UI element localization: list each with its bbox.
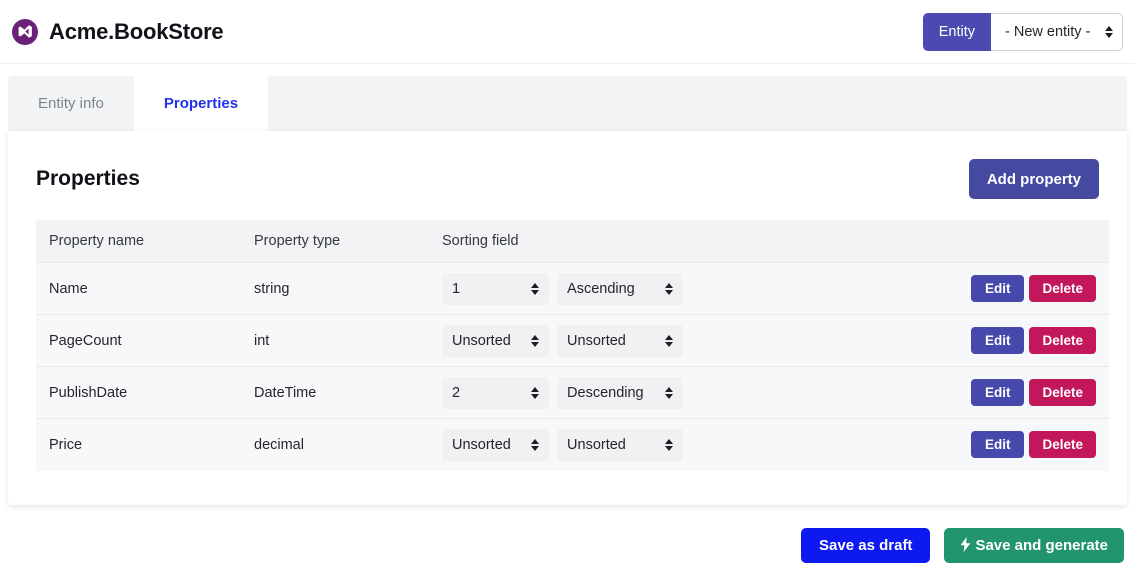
sort-order-select[interactable]: 2 (442, 377, 549, 409)
column-header-sorting-field: Sorting field (429, 220, 904, 263)
table-header-row: Property name Property type Sorting fiel… (36, 220, 1109, 263)
row-action-buttons: Edit Delete (917, 431, 1109, 458)
sort-direction-value: Unsorted (567, 437, 655, 453)
delete-button[interactable]: Delete (1029, 379, 1096, 406)
entity-select[interactable]: - New entity - (991, 13, 1123, 51)
cell-property-name: Price (36, 419, 241, 471)
sort-direction-value: Unsorted (567, 333, 655, 349)
tab-strip: Entity info Properties (8, 76, 1127, 131)
cell-property-type: int (241, 315, 429, 367)
properties-table: Property name Property type Sorting fiel… (36, 220, 1109, 471)
top-header-bar: Acme.BookStore Entity - New entity - (0, 0, 1135, 64)
vs-bowtie-logo-icon (12, 19, 38, 45)
sort-direction-select[interactable]: Unsorted (557, 429, 683, 461)
add-property-button[interactable]: Add property (969, 159, 1099, 199)
updown-caret-icon (665, 439, 673, 451)
cell-property-name: Name (36, 263, 241, 315)
entity-label: Entity (923, 13, 991, 51)
sort-direction-select[interactable]: Ascending (557, 273, 683, 305)
updown-caret-icon (665, 387, 673, 399)
sort-order-select[interactable]: 1 (442, 273, 549, 305)
cell-sorting-field: Unsorted Unsorted (429, 315, 904, 367)
cell-sorting-field: Unsorted Unsorted (429, 419, 904, 471)
sort-direction-select[interactable]: Unsorted (557, 325, 683, 357)
row-action-buttons: Edit Delete (917, 379, 1109, 406)
save-and-generate-label: Save and generate (975, 537, 1108, 554)
updown-caret-icon (665, 335, 673, 347)
cell-actions: Edit Delete (904, 315, 1109, 367)
edit-button[interactable]: Edit (971, 327, 1025, 354)
table-row: Name string 1 Ascending (36, 263, 1109, 315)
card-header: Properties Add property (36, 159, 1099, 199)
sort-direction-select[interactable]: Descending (557, 377, 683, 409)
cell-property-type: decimal (241, 419, 429, 471)
sort-order-select[interactable]: Unsorted (442, 429, 549, 461)
app-root: Acme.BookStore Entity - New entity - Ent… (0, 0, 1135, 576)
updown-caret-icon (531, 283, 539, 295)
edit-button[interactable]: Edit (971, 275, 1025, 302)
entity-selector-group: Entity - New entity - (923, 13, 1123, 51)
row-action-buttons: Edit Delete (917, 327, 1109, 354)
updown-caret-icon (531, 439, 539, 451)
column-header-property-type: Property type (241, 220, 429, 263)
page-title: Acme.BookStore (49, 19, 223, 45)
tab-properties-label: Properties (164, 95, 238, 112)
save-as-draft-button[interactable]: Save as draft (801, 528, 930, 563)
entity-select-value: - New entity - (1005, 24, 1090, 40)
tab-entity-info[interactable]: Entity info (8, 76, 134, 131)
updown-caret-icon (665, 283, 673, 295)
cell-actions: Edit Delete (904, 419, 1109, 471)
updown-caret-icon (1105, 26, 1113, 38)
cell-property-type: DateTime (241, 367, 429, 419)
sort-direction-value: Ascending (567, 281, 655, 297)
sort-order-select[interactable]: Unsorted (442, 325, 549, 357)
sort-order-value: Unsorted (452, 333, 521, 349)
table-row: Price decimal Unsorted Unsorted (36, 419, 1109, 471)
properties-heading: Properties (36, 167, 140, 191)
delete-button[interactable]: Delete (1029, 275, 1096, 302)
footer-actions: Save as draft Save and generate (801, 528, 1124, 563)
table-header: Property name Property type Sorting fiel… (36, 220, 1109, 263)
cell-actions: Edit Delete (904, 263, 1109, 315)
column-header-property-name: Property name (36, 220, 241, 263)
lightning-bolt-icon (960, 537, 971, 555)
table-body: Name string 1 Ascending (36, 263, 1109, 471)
cell-sorting-field: 2 Descending (429, 367, 904, 419)
properties-card: Properties Add property Property name Pr… (8, 131, 1127, 505)
delete-button[interactable]: Delete (1029, 431, 1096, 458)
sort-order-value: Unsorted (452, 437, 521, 453)
sort-order-value: 1 (452, 281, 521, 297)
brand: Acme.BookStore (12, 19, 223, 45)
sort-order-value: 2 (452, 385, 521, 401)
column-header-actions (904, 220, 1109, 263)
row-action-buttons: Edit Delete (917, 275, 1109, 302)
edit-button[interactable]: Edit (971, 379, 1025, 406)
save-and-generate-button[interactable]: Save and generate (944, 528, 1124, 563)
cell-property-name: PageCount (36, 315, 241, 367)
table-row: PublishDate DateTime 2 Descending (36, 367, 1109, 419)
updown-caret-icon (531, 335, 539, 347)
tab-properties[interactable]: Properties (134, 76, 268, 131)
cell-property-name: PublishDate (36, 367, 241, 419)
updown-caret-icon (531, 387, 539, 399)
cell-sorting-field: 1 Ascending (429, 263, 904, 315)
table-row: PageCount int Unsorted Unsorted (36, 315, 1109, 367)
cell-actions: Edit Delete (904, 367, 1109, 419)
sort-direction-value: Descending (567, 385, 655, 401)
cell-property-type: string (241, 263, 429, 315)
tab-entity-info-label: Entity info (38, 95, 104, 112)
delete-button[interactable]: Delete (1029, 327, 1096, 354)
edit-button[interactable]: Edit (971, 431, 1025, 458)
